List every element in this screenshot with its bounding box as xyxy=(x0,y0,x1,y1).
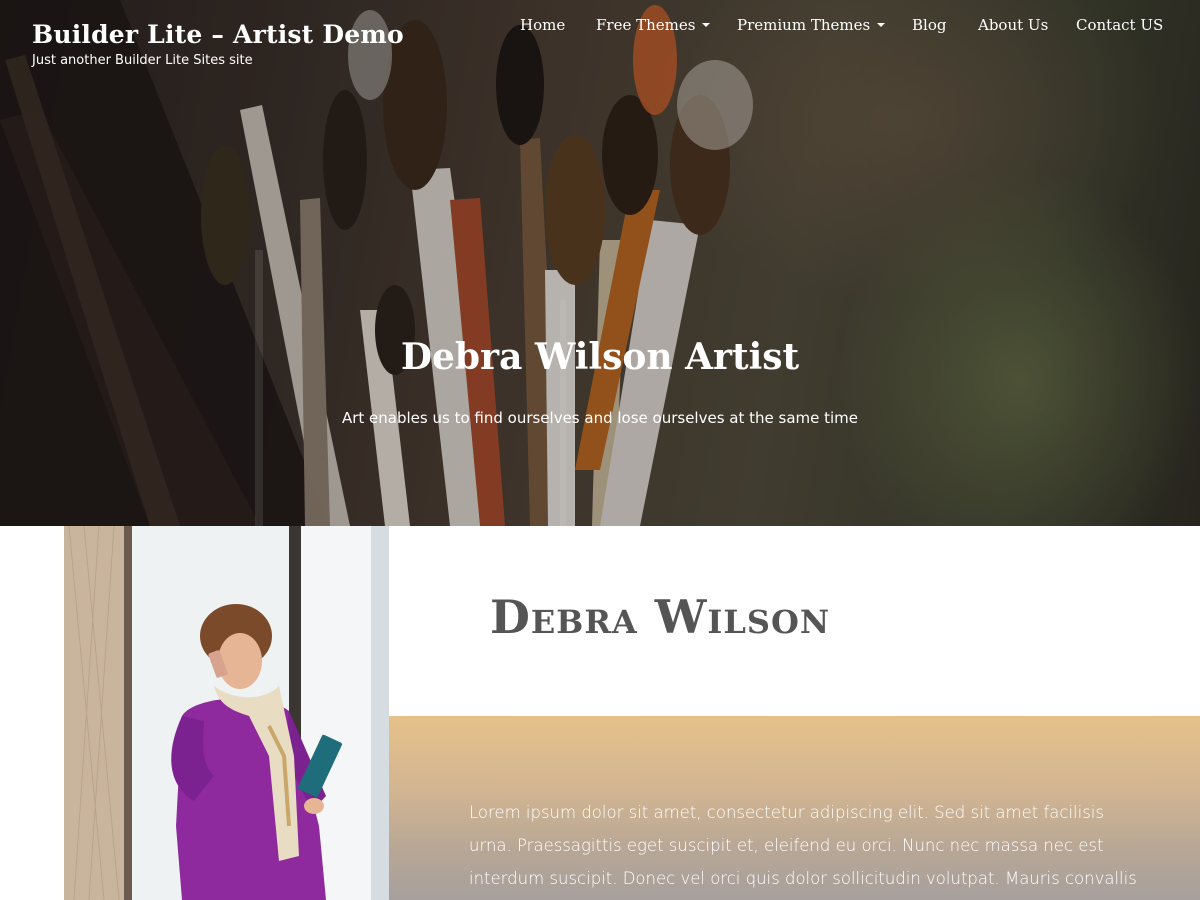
hero-heading: Debra Wilson Artist xyxy=(400,336,800,378)
nav-item-home[interactable]: Home xyxy=(520,14,565,36)
nav-item-label: Contact US xyxy=(1076,16,1164,34)
hero-overlay xyxy=(0,0,1200,526)
nav-item-blog[interactable]: Blog xyxy=(912,14,946,36)
artist-portrait-image xyxy=(64,526,389,900)
hero-banner: Builder Lite – Artist Demo Just another … xyxy=(0,0,1200,526)
nav-item-label: Home xyxy=(520,16,566,34)
nav-item-label: Free Themes xyxy=(596,16,696,34)
nav-item-contact-us[interactable]: Contact US xyxy=(1076,14,1163,36)
bio-text: Lorem ipsum dolor sit amet, consectetur … xyxy=(469,803,1137,888)
caret-down-icon xyxy=(877,23,886,27)
hero-subheading: Art enables us to find ourselves and los… xyxy=(341,409,859,427)
nav-item-label: Premium Themes xyxy=(737,16,871,34)
artist-name-heading: Debra Wilson xyxy=(490,590,831,644)
nav-item-free-themes[interactable]: Free Themes xyxy=(596,14,711,36)
nav-item-premium-themes[interactable]: Premium Themes xyxy=(737,14,886,36)
site-tagline: Just another Builder Lite Sites site xyxy=(32,53,253,68)
nav-item-label: About Us xyxy=(978,16,1049,34)
nav-item-about-us[interactable]: About Us xyxy=(978,14,1048,36)
bio-panel: Lorem ipsum dolor sit amet, consectetur … xyxy=(389,716,1200,900)
caret-down-icon xyxy=(702,23,711,27)
name-panel: Debra Wilson xyxy=(389,526,1200,716)
nav-item-label: Blog xyxy=(912,16,947,34)
portrait-illustration xyxy=(64,526,389,900)
main-navigation: Home Free Themes Premium Themes Blog Abo… xyxy=(0,14,1200,36)
